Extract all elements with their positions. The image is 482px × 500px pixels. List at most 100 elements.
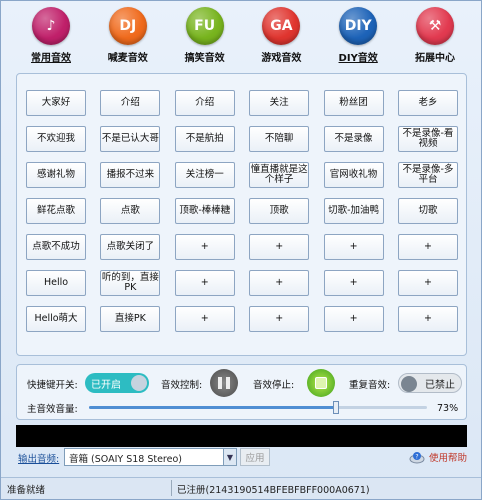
sound-button[interactable]: 憧直播就是这个样子 bbox=[249, 162, 310, 188]
button-row: 感谢礼物 播报不过来 关注榜一 憧直播就是这个样子 官网收礼物 不是录像-多平台 bbox=[26, 162, 458, 188]
status-ready: 准备就绪 bbox=[7, 485, 46, 496]
sound-button[interactable]: 老乡 bbox=[397, 90, 458, 116]
volume-slider-fill bbox=[89, 406, 336, 409]
tab-label: 游戏音效 bbox=[261, 53, 302, 64]
tab-3[interactable]: GA 游戏音效 bbox=[245, 7, 317, 65]
toggle-knob bbox=[401, 376, 417, 392]
help-icon: ? bbox=[409, 452, 425, 464]
button-row: 不欢迎我 不是已认大哥 不是航拍 不陪聊 不是录像 不是录像-看视频 bbox=[26, 126, 458, 152]
add-sound-button[interactable]: + bbox=[397, 234, 458, 260]
dj-icon: DJ bbox=[108, 7, 147, 45]
effect-control-label: 音效控制: bbox=[161, 380, 203, 391]
diy-icon: DIY bbox=[339, 7, 378, 45]
status-bar: 准备就绪 已注册(2143190514BFEBFBFF000A0671) bbox=[1, 477, 481, 499]
sound-button[interactable]: 大家好 bbox=[26, 90, 86, 116]
sound-button[interactable]: 切歌 bbox=[397, 198, 458, 224]
tab-4[interactable]: DIY DIY音效 bbox=[322, 7, 394, 65]
sound-button[interactable]: 不陪聊 bbox=[249, 126, 310, 152]
ga-icon: GA bbox=[262, 7, 301, 45]
repeat-label: 重复音效: bbox=[349, 380, 391, 391]
output-audio-link[interactable]: 输出音频: bbox=[18, 451, 59, 465]
button-row: Hello 听的到，直接PK + + + + bbox=[26, 270, 458, 296]
stop-button[interactable] bbox=[307, 369, 335, 397]
volume-slider[interactable] bbox=[89, 401, 427, 414]
registration-status: 已注册(2143190514BFEBFBFF000A0671) bbox=[177, 485, 370, 496]
add-sound-button[interactable]: + bbox=[249, 306, 310, 332]
sound-button[interactable]: 感谢礼物 bbox=[26, 162, 86, 188]
sound-button[interactable]: 点歌不成功 bbox=[26, 234, 86, 260]
tab-label: 搞笑音效 bbox=[184, 53, 225, 64]
add-sound-button[interactable]: + bbox=[323, 306, 384, 332]
pause-button[interactable] bbox=[210, 369, 238, 397]
tab-label: 常用音效 bbox=[31, 53, 71, 64]
apply-button[interactable]: 应用 bbox=[240, 448, 270, 466]
tab-5[interactable]: ⚒ 拓展中心 bbox=[399, 7, 471, 65]
app-window: ♪ 常用音效 DJ 喊麦音效 FU 搞笑音效 GA 游戏音效 DIY DIY音效 ⚒ 拓展中心 大家好… bbox=[0, 0, 482, 500]
add-sound-button[interactable]: + bbox=[174, 270, 235, 296]
sound-button[interactable]: 鲜花点歌 bbox=[26, 198, 86, 224]
output-device-select[interactable]: 音箱 (SOAIY S18 Stereo) bbox=[64, 448, 224, 466]
pause-icon-bar bbox=[226, 377, 230, 389]
sound-button[interactable]: 顶歌 bbox=[249, 198, 310, 224]
add-sound-button[interactable]: + bbox=[249, 270, 310, 296]
sound-button[interactable]: 不是录像-多平台 bbox=[397, 162, 458, 188]
volume-label: 主音效音量: bbox=[27, 404, 78, 415]
sound-button[interactable]: 官网收礼物 bbox=[323, 162, 384, 188]
dropdown-arrow-icon[interactable]: ▼ bbox=[223, 448, 237, 466]
status-divider bbox=[171, 480, 172, 496]
sound-button[interactable]: 播报不过来 bbox=[100, 162, 161, 188]
sound-button-grid: 大家好 介绍 介绍 关注 粉丝团 老乡 不欢迎我 不是已认大哥 不是航拍 不陪聊 不是录像 不是录像-… bbox=[26, 90, 458, 342]
sound-button[interactable]: 粉丝团 bbox=[323, 90, 384, 116]
tab-label: 拓展中心 bbox=[414, 53, 455, 64]
button-row: 大家好 介绍 介绍 关注 粉丝团 老乡 bbox=[26, 90, 458, 116]
sound-button[interactable]: 关注 bbox=[249, 90, 310, 116]
button-row: 点歌不成功 点歌关闭了 + + + + bbox=[26, 234, 458, 260]
sound-button[interactable]: 不是录像-看视频 bbox=[397, 126, 458, 152]
sound-button[interactable]: 点歌 bbox=[100, 198, 161, 224]
add-sound-button[interactable]: + bbox=[397, 306, 458, 332]
sound-button[interactable]: 介绍 bbox=[174, 90, 235, 116]
sound-button[interactable]: 不是已认大哥 bbox=[100, 126, 161, 152]
button-row: 鲜花点歌 点歌 顶歌-棒棒糖 顶歌 切歌-加油鸭 切歌 bbox=[26, 198, 458, 224]
svg-text:?: ? bbox=[415, 454, 418, 461]
effect-stop-label: 音效停止: bbox=[253, 380, 295, 391]
sound-button[interactable]: 不是航拍 bbox=[174, 126, 235, 152]
sound-button[interactable]: Hello bbox=[26, 270, 86, 296]
volume-slider-thumb[interactable] bbox=[332, 401, 339, 414]
sound-button[interactable]: 点歌关闭了 bbox=[100, 234, 161, 260]
sound-button[interactable]: 听的到，直接PK bbox=[100, 270, 161, 296]
toggle-knob bbox=[131, 375, 147, 391]
add-sound-button[interactable]: + bbox=[323, 270, 384, 296]
add-sound-button[interactable]: + bbox=[174, 234, 235, 260]
add-sound-button[interactable]: + bbox=[397, 270, 458, 296]
display-bar bbox=[16, 425, 467, 447]
sound-button[interactable]: 直接PK bbox=[100, 306, 161, 332]
add-sound-button[interactable]: + bbox=[323, 234, 384, 260]
repeat-toggle[interactable]: 已禁止 bbox=[398, 373, 462, 393]
sound-button[interactable]: Hello萌大 bbox=[26, 306, 86, 332]
sound-button-panel: 大家好 介绍 介绍 关注 粉丝团 老乡 不欢迎我 不是已认大哥 不是航拍 不陪聊 不是录像 不是录像-… bbox=[16, 73, 467, 356]
sound-button[interactable]: 切歌-加油鸭 bbox=[323, 198, 384, 224]
fu-icon: FU bbox=[185, 7, 224, 45]
sound-button[interactable]: 介绍 bbox=[100, 90, 161, 116]
stop-icon bbox=[315, 377, 327, 389]
sound-button[interactable]: 不欢迎我 bbox=[26, 126, 86, 152]
control-panel: 快捷键开关: 已开启 音效控制: 音效停止: 重复音效: 已禁止 主音效音量: … bbox=[16, 364, 467, 420]
music-note-icon: ♪ bbox=[32, 7, 70, 45]
sound-button[interactable]: 关注榜一 bbox=[174, 162, 235, 188]
hotkey-label: 快捷键开关: bbox=[27, 380, 78, 391]
help-link[interactable]: ? 使用帮助 bbox=[409, 450, 467, 464]
add-sound-button[interactable]: + bbox=[174, 306, 235, 332]
sound-button[interactable]: 顶歌-棒棒糖 bbox=[174, 198, 235, 224]
tools-icon: ⚒ bbox=[415, 7, 454, 45]
tab-0[interactable]: ♪ 常用音效 bbox=[15, 7, 87, 65]
tab-label: DIY音效 bbox=[338, 53, 378, 64]
tab-label: 喊麦音效 bbox=[107, 53, 148, 64]
tab-1[interactable]: DJ 喊麦音效 bbox=[92, 7, 164, 65]
repeat-toggle-state: 已禁止 bbox=[425, 379, 455, 391]
sound-button[interactable]: 不是录像 bbox=[323, 126, 384, 152]
add-sound-button[interactable]: + bbox=[249, 234, 310, 260]
tab-2[interactable]: FU 搞笑音效 bbox=[169, 7, 241, 65]
button-row: Hello萌大 直接PK + + + + bbox=[26, 306, 458, 332]
hotkey-toggle[interactable]: 已开启 bbox=[85, 373, 149, 393]
